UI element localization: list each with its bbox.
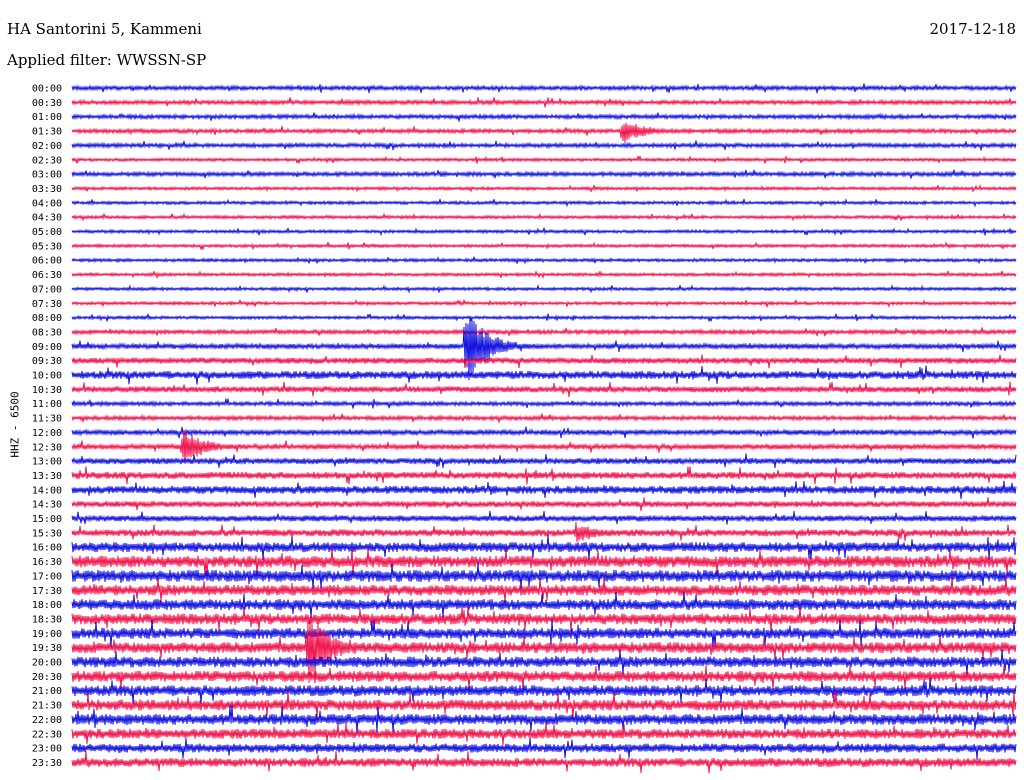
trace-row-2330	[71, 751, 1017, 774]
trace-row-0630	[71, 270, 1017, 280]
time-tick-label: 17:00	[32, 571, 62, 582]
trace-row-0300	[71, 169, 1017, 179]
trace-row-2300	[71, 737, 1017, 760]
trace-row-0530	[71, 241, 1017, 250]
trace-row-1830	[71, 605, 1017, 634]
time-tick-label: 05:00	[32, 227, 62, 238]
trace-row-0400	[71, 197, 1017, 208]
trace-row-1600	[71, 534, 1017, 561]
trace-row-1200	[71, 426, 1017, 439]
trace-row-1800	[71, 591, 1017, 619]
time-tick-label: 20:00	[32, 658, 62, 669]
trace-row-1500	[71, 510, 1017, 525]
time-tick-label: 16:00	[32, 543, 62, 554]
time-tick-label: 10:30	[32, 385, 62, 396]
trace-row-0430	[71, 212, 1017, 222]
helicorder-plot: 00:00 00:30 01:00 01:30 02:00 02:30 03:00 03:30…	[32, 83, 1017, 774]
time-tick-label: 08:30	[32, 327, 62, 338]
time-tick-label: 21:30	[32, 701, 62, 712]
time-tick-label: 00:00	[32, 84, 62, 95]
time-tick-label: 02:00	[32, 141, 62, 152]
time-tick-label: 12:30	[32, 442, 62, 453]
trace-row-1030	[71, 381, 1017, 397]
trace-row-0100	[71, 112, 1017, 122]
time-tick-label: 05:30	[32, 241, 62, 252]
time-tick-label: 11:00	[32, 399, 62, 410]
time-tick-label: 15:30	[32, 528, 62, 539]
trace-row-1400	[71, 480, 1017, 500]
time-tick-label: 14:00	[32, 485, 62, 496]
time-tick-label: 21:00	[32, 686, 62, 697]
trace-row-1330	[71, 466, 1017, 485]
trace-row-1730	[71, 576, 1017, 604]
time-tick-label: 10:00	[32, 371, 62, 382]
time-tick-label: 00:30	[32, 98, 62, 109]
time-tick-label: 13:30	[32, 471, 62, 482]
time-tick-label: 18:00	[32, 600, 62, 611]
trace-row-0900	[71, 316, 1017, 381]
trace-row-0700	[71, 283, 1017, 294]
trace-row-0600	[71, 256, 1017, 265]
time-tick-label: 23:30	[32, 758, 62, 769]
time-tick-label: 06:00	[32, 256, 62, 267]
time-tick-labels: 00:00 00:30 01:00 01:30 02:00 02:30 03:00 03:30…	[32, 84, 62, 769]
time-tick-label: 15:00	[32, 514, 62, 525]
trace-row-0230	[71, 155, 1017, 165]
time-tick-label: 03:00	[32, 170, 62, 181]
time-tick-label: 20:30	[32, 672, 62, 683]
time-tick-label: 04:00	[32, 198, 62, 209]
time-tick-label: 17:30	[32, 586, 62, 597]
trace-row-1430	[71, 497, 1017, 511]
trace-row-0000	[71, 83, 1017, 94]
time-tick-label: 19:30	[32, 643, 62, 654]
time-tick-label: 07:30	[32, 299, 62, 310]
time-tick-label: 18:30	[32, 614, 62, 625]
trace-row-0030	[71, 97, 1017, 108]
time-tick-label: 09:00	[32, 342, 62, 353]
trace-row-0730	[71, 298, 1017, 309]
trace-row-0500	[71, 227, 1017, 237]
time-tick-label: 12:00	[32, 428, 62, 439]
time-tick-label: 11:30	[32, 414, 62, 425]
time-tick-label: 01:00	[32, 112, 62, 123]
trace-row-1300	[71, 453, 1017, 469]
time-tick-label: 14:30	[32, 500, 62, 511]
time-tick-label: 23:00	[32, 744, 62, 755]
time-tick-label: 03:30	[32, 184, 62, 195]
time-tick-label: 04:30	[32, 213, 62, 224]
time-tick-label: 22:30	[32, 729, 62, 740]
trace-row-0200	[71, 140, 1017, 151]
time-tick-label: 19:00	[32, 629, 62, 640]
time-tick-label: 02:30	[32, 155, 62, 166]
trace-row-0830	[71, 327, 1017, 337]
trace-row-0330	[71, 183, 1017, 193]
trace-row-0930	[71, 354, 1017, 369]
trace-row-1000	[71, 365, 1017, 385]
time-tick-label: 08:00	[32, 313, 62, 324]
trace-row-1130	[71, 413, 1017, 423]
trace-group	[71, 83, 1017, 774]
time-tick-label: 13:00	[32, 457, 62, 468]
time-tick-label: 01:30	[32, 127, 62, 138]
time-tick-label: 22:00	[32, 715, 62, 726]
trace-row-2230	[71, 722, 1017, 746]
time-tick-label: 09:30	[32, 356, 62, 367]
trace-row-0800	[71, 313, 1017, 322]
time-tick-label: 07:00	[32, 284, 62, 295]
time-tick-label: 16:30	[32, 557, 62, 568]
trace-row-0130	[71, 122, 1017, 143]
trace-row-1900	[71, 619, 1017, 648]
trace-row-1530	[71, 521, 1017, 543]
time-tick-label: 06:30	[32, 270, 62, 281]
trace-row-1100	[71, 398, 1017, 409]
